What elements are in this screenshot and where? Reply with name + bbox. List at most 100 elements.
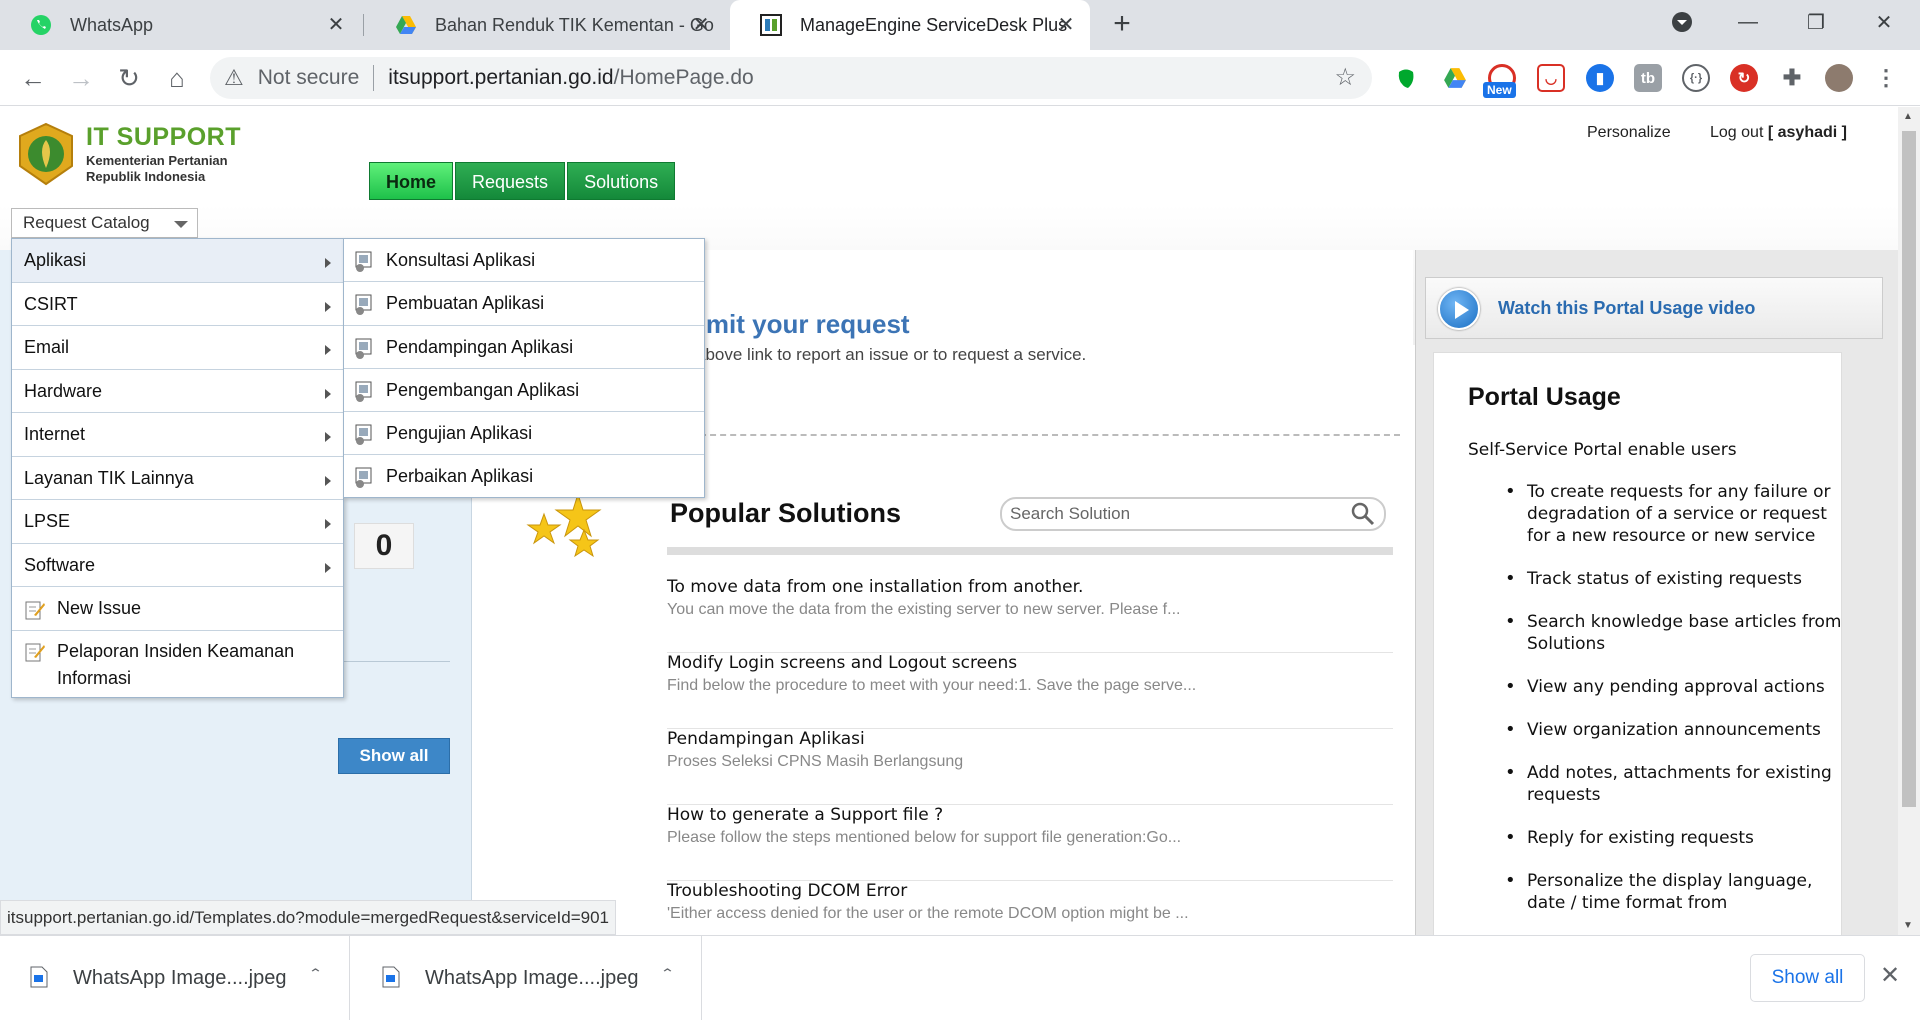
solution-item[interactable]: To move data from one installation from … xyxy=(667,577,1393,653)
request-catalog-menu: Aplikasi CSIRT Email Hardware Internet L… xyxy=(11,238,344,698)
tab-manageengine[interactable]: ManageEngine ServiceDesk Plus ✕ xyxy=(730,0,1090,50)
portal-video-link[interactable]: Watch this Portal Usage video xyxy=(1425,277,1883,339)
chevron-up-icon[interactable]: ⌃ xyxy=(308,966,323,981)
search-icon[interactable] xyxy=(1350,501,1376,527)
scroll-down-icon[interactable]: ▼ xyxy=(1903,920,1913,931)
submenu-item-pendampingan[interactable]: Pendampingan Aplikasi xyxy=(344,326,704,369)
solution-item[interactable]: Modify Login screens and Logout screens … xyxy=(667,653,1393,729)
new-tab-button[interactable]: + xyxy=(1106,8,1138,40)
code-icon[interactable]: {·} xyxy=(1682,64,1710,92)
submenu-item-pembuatan[interactable]: Pembuatan Aplikasi xyxy=(344,282,704,326)
tb-icon[interactable]: tb xyxy=(1634,64,1662,92)
menu-item-lpse[interactable]: LPSE xyxy=(12,500,343,544)
manageengine-icon xyxy=(760,14,782,36)
file-icon xyxy=(382,966,400,988)
solution-item[interactable]: Troubleshooting DCOM Error 'Either acces… xyxy=(667,881,1393,935)
scroll-thumb[interactable] xyxy=(1902,131,1916,807)
request-counter[interactable]: 0 xyxy=(354,523,414,569)
solution-title[interactable]: Modify Login screens and Logout screens xyxy=(667,653,1017,673)
puzzle-icon[interactable]: ✚ xyxy=(1778,64,1806,92)
chevron-right-icon xyxy=(325,388,331,399)
submenu-item-pengembangan[interactable]: Pengembangan Aplikasi xyxy=(344,369,704,413)
menu-item-email[interactable]: Email xyxy=(12,326,343,370)
nav-home[interactable]: Home xyxy=(369,162,454,200)
solution-title[interactable]: Pendampingan Aplikasi xyxy=(667,729,865,749)
submenu-item-konsultasi[interactable]: Konsultasi Aplikasi xyxy=(344,239,704,283)
menu-item-label: Internet xyxy=(24,424,86,444)
tab-whatsapp[interactable]: WhatsApp ✕ xyxy=(0,0,360,50)
service-icon xyxy=(355,338,372,359)
list-item: Search knowledge base articles from Solu… xyxy=(1505,611,1847,655)
service-icon xyxy=(355,294,372,316)
chevron-up-icon[interactable]: ⌃ xyxy=(660,966,675,981)
personalize-link[interactable]: Personalize xyxy=(1587,124,1671,142)
google-drive-icon[interactable] xyxy=(1441,64,1469,92)
close-icon[interactable]: ✕ xyxy=(689,13,713,37)
submenu-item-pengujian[interactable]: Pengujian Aplikasi xyxy=(344,412,704,456)
evernote-icon[interactable] xyxy=(1392,64,1420,92)
search-solution-input[interactable]: Search Solution xyxy=(1000,497,1386,531)
downloads-shelf: WhatsApp Image....jpeg ⌃ WhatsApp Image.… xyxy=(0,935,1920,1020)
submit-request-title: omit your request xyxy=(690,309,910,339)
home-button[interactable]: ⌂ xyxy=(161,62,193,94)
submenu-item-perbaikan[interactable]: Perbaikan Aplikasi xyxy=(344,455,704,498)
solution-title[interactable]: To move data from one installation from … xyxy=(667,577,1083,597)
user-name: [ asyhadi ] xyxy=(1767,124,1847,141)
show-all-button[interactable]: Show all xyxy=(338,738,450,774)
submenu-item-label: Konsultasi Aplikasi xyxy=(386,250,536,270)
menu-item-csirt[interactable]: CSIRT xyxy=(12,283,343,326)
restore-button[interactable]: ❐ xyxy=(1786,0,1846,44)
forward-button[interactable]: → xyxy=(65,62,97,94)
menu-item-aplikasi[interactable]: Aplikasi xyxy=(12,239,343,283)
submit-request-subtitle: above link to report an issue or to requ… xyxy=(696,345,1087,364)
security-label: Not secure xyxy=(257,66,360,89)
page-scrollbar[interactable]: ▲ ▼ xyxy=(1898,107,1920,935)
pocket-icon[interactable]: ◡ xyxy=(1537,64,1565,92)
new-badge: New xyxy=(1483,82,1516,98)
menu-item-layanan-tik[interactable]: Layanan TIK Lainnya xyxy=(12,457,343,500)
chevron-right-icon xyxy=(325,475,331,486)
nav-requests[interactable]: Requests xyxy=(455,162,566,200)
menu-item-label: Hardware xyxy=(24,380,103,401)
nav-solutions[interactable]: Solutions xyxy=(567,162,676,200)
refresh-red-icon[interactable]: ↻ xyxy=(1730,64,1758,92)
reload-button[interactable]: ↻ xyxy=(113,62,145,94)
close-window-button[interactable]: ✕ xyxy=(1854,0,1914,44)
solution-title[interactable]: Troubleshooting DCOM Error xyxy=(667,881,907,901)
close-icon[interactable]: ✕ xyxy=(324,13,348,37)
request-catalog-dropdown[interactable]: Request Catalog xyxy=(11,208,198,238)
chevron-down-icon xyxy=(1672,12,1692,32)
solution-title[interactable]: How to generate a Support file ? xyxy=(667,805,943,825)
download-item[interactable]: WhatsApp Image....jpeg ⌃ xyxy=(0,936,350,1020)
play-icon xyxy=(1438,288,1480,330)
address-bar[interactable]: ⚠ Not secure itsupport.pertanian.go.id/H… xyxy=(210,57,1372,99)
menu-item-new-issue[interactable]: New Issue xyxy=(12,587,343,631)
warning-icon[interactable]: ⚠ xyxy=(224,65,244,91)
menu-dots-icon[interactable]: ⋮ xyxy=(1872,64,1900,92)
downloads-show-all-button[interactable]: Show all xyxy=(1750,954,1865,1002)
chevron-right-icon xyxy=(325,345,331,355)
tab-search-button[interactable] xyxy=(1652,0,1712,44)
tab-google-drive[interactable]: Bahan Renduk TIK Kementan - Go ✕ xyxy=(365,0,725,50)
portal-usage-intro: Self-Service Portal enable users xyxy=(1468,440,1737,460)
divider xyxy=(373,65,375,91)
back-button[interactable]: ← xyxy=(17,62,49,94)
menu-item-pelaporan-insiden[interactable]: Pelaporan Insiden Keamanan Informasi xyxy=(12,631,343,699)
solution-desc: Please follow the steps mentioned below … xyxy=(667,829,1182,846)
menu-item-hardware[interactable]: Hardware xyxy=(12,370,343,413)
bookmark-star-icon[interactable]: ☆ xyxy=(1334,63,1356,92)
close-icon[interactable]: ✕ xyxy=(1054,13,1078,37)
minimize-button[interactable]: — xyxy=(1718,0,1778,44)
download-item[interactable]: WhatsApp Image....jpeg ⌃ xyxy=(352,936,702,1020)
tab-separator xyxy=(363,14,364,36)
bookmark-icon[interactable]: ▮ xyxy=(1586,64,1614,92)
solution-item[interactable]: How to generate a Support file ? Please … xyxy=(667,805,1393,881)
scroll-up-icon[interactable]: ▲ xyxy=(1903,111,1913,122)
solution-item[interactable]: Pendampingan Aplikasi Proses Seleksi CPN… xyxy=(667,729,1393,805)
menu-item-internet[interactable]: Internet xyxy=(12,413,343,457)
close-icon[interactable]: ✕ xyxy=(1880,961,1900,990)
chevron-down-icon xyxy=(174,221,188,228)
profile-avatar[interactable] xyxy=(1825,64,1853,92)
logout-link[interactable]: Log out [ asyhadi ] xyxy=(1710,124,1847,142)
menu-item-software[interactable]: Software xyxy=(12,544,343,587)
